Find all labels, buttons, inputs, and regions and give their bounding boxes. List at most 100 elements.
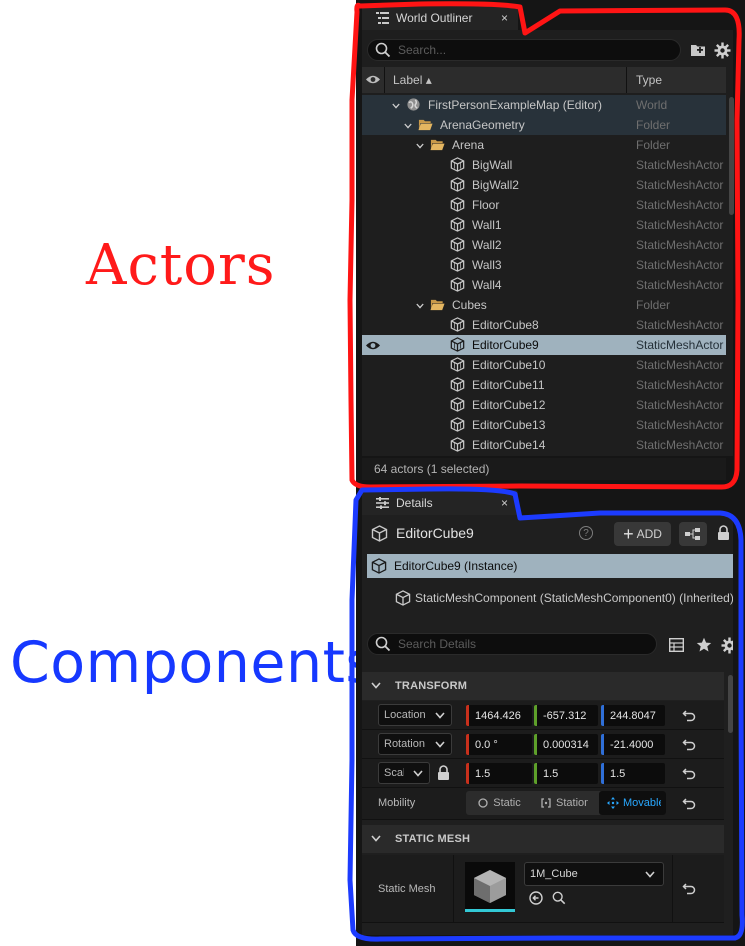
reset-arrow-icon[interactable] [682, 767, 696, 781]
outliner-row-type: Folder [636, 138, 671, 152]
mobility-stationary-option[interactable]: Stationary [533, 791, 599, 815]
rotation-dropdown[interactable]: Rotation [378, 733, 452, 755]
rotation-z-value: -21.4000 [610, 738, 654, 751]
outliner-row-type: World [636, 98, 668, 112]
chevron-down-icon[interactable] [392, 102, 400, 110]
settings-gear-icon[interactable] [714, 42, 731, 59]
static-mesh-icon [450, 357, 465, 372]
rotation-y-field[interactable]: 0.000314 [534, 734, 598, 755]
visibility-eye-icon[interactable] [365, 340, 381, 351]
location-x-value: 1464.426 [475, 709, 521, 722]
location-x-field[interactable]: 1464.426 [466, 705, 532, 726]
chevron-down-icon[interactable] [416, 142, 424, 150]
visibility-eye-icon[interactable] [365, 74, 381, 85]
outliner-row[interactable]: BigWall StaticMeshActor [362, 155, 726, 175]
plus-icon: + [623, 524, 634, 544]
help-icon[interactable]: ? [579, 526, 593, 540]
outliner-row[interactable]: Wall2 StaticMeshActor [362, 235, 726, 255]
scale-y-field[interactable]: 1.5 [534, 763, 598, 784]
component-instance-row[interactable]: EditorCube9 (Instance) [367, 554, 733, 578]
location-dropdown[interactable]: Location [378, 704, 452, 726]
outliner-row-type: StaticMeshActor [636, 438, 724, 452]
outliner-row[interactable]: EditorCube9 StaticMeshActor [362, 335, 726, 355]
outliner-row-type: StaticMeshActor [636, 198, 724, 212]
chevron-down-icon[interactable] [416, 302, 424, 310]
close-icon[interactable]: × [501, 496, 508, 510]
browse-search-icon[interactable] [552, 891, 566, 905]
rotation-x-value: 0.0 ° [475, 738, 498, 751]
rotation-x-field[interactable]: 0.0 ° [466, 734, 532, 755]
actor-count: 64 actors (1 selected) [374, 462, 490, 476]
static-mesh-section-header[interactable]: STATIC MESH [362, 825, 724, 853]
outliner-search-placeholder: Search... [398, 43, 447, 57]
static-mesh-icon [450, 317, 465, 332]
mobility-movable-option[interactable]: Movable [599, 791, 666, 815]
outliner-row[interactable]: EditorCube13 StaticMeshActor [362, 415, 726, 435]
location-y-field[interactable]: -657.312 [534, 705, 598, 726]
search-icon [375, 42, 391, 58]
outliner-row[interactable]: EditorCube12 StaticMeshActor [362, 395, 726, 415]
selected-actor-name[interactable]: EditorCube9 [396, 525, 474, 541]
reset-arrow-icon[interactable] [682, 797, 696, 811]
outliner-row-type: StaticMeshActor [636, 238, 724, 252]
outliner-row-type: StaticMeshActor [636, 338, 724, 352]
outliner-icon [376, 11, 389, 24]
outliner-row[interactable]: EditorCube8 StaticMeshActor [362, 315, 726, 335]
favorite-star-icon[interactable] [696, 637, 712, 653]
static-mesh-dropdown[interactable]: 1M_Cube [524, 862, 664, 886]
outliner-row[interactable]: Wall3 StaticMeshActor [362, 255, 726, 275]
outliner-row[interactable]: EditorCube10 StaticMeshActor [362, 355, 726, 375]
outliner-row[interactable]: EditorCube14 StaticMeshActor [362, 435, 726, 455]
outliner-row[interactable]: FirstPersonExampleMap (Editor) World [362, 95, 726, 115]
outliner-row[interactable]: Arena Folder [362, 135, 726, 155]
scale-x-field[interactable]: 1.5 [466, 763, 532, 784]
static-mesh-icon [450, 277, 465, 292]
component-static-mesh-row[interactable]: StaticMeshComponent (StaticMeshComponent… [367, 586, 733, 610]
chevron-down-icon [435, 741, 445, 748]
add-component-button[interactable]: + ADD [614, 522, 671, 546]
table-view-icon[interactable] [669, 638, 684, 652]
scale-z-field[interactable]: 1.5 [601, 763, 665, 784]
static-mesh-icon [450, 417, 465, 432]
chevron-down-icon[interactable] [404, 122, 412, 130]
details-scrollbar[interactable] [728, 675, 733, 733]
rotation-y-value: 0.000314 [543, 738, 589, 751]
lock-icon[interactable] [717, 525, 730, 541]
outliner-row-type: StaticMeshActor [636, 418, 724, 432]
mesh-thumbnail[interactable] [465, 862, 515, 912]
details-tab[interactable]: Details × [362, 490, 518, 515]
outliner-row[interactable]: Wall1 StaticMeshActor [362, 215, 726, 235]
outliner-row-label: Wall3 [472, 258, 502, 272]
outliner-row-label: EditorCube9 [472, 338, 539, 352]
outliner-row-type: StaticMeshActor [636, 218, 724, 232]
use-selected-arrow-icon[interactable] [529, 891, 543, 905]
mobility-static-option[interactable]: Static [466, 791, 533, 815]
type-column-header[interactable]: Type [636, 73, 662, 87]
add-folder-icon[interactable] [690, 43, 706, 57]
scale-lock-icon[interactable] [437, 765, 450, 781]
reset-arrow-icon[interactable] [682, 709, 696, 723]
reset-arrow-icon[interactable] [682, 882, 696, 896]
location-z-field[interactable]: 244.8047 [601, 705, 665, 726]
world-outliner-tab[interactable]: World Outliner × [362, 5, 518, 30]
reset-arrow-icon[interactable] [682, 738, 696, 752]
outliner-row[interactable]: Wall4 StaticMeshActor [362, 275, 726, 295]
details-search-input[interactable]: Search Details [367, 633, 657, 655]
outliner-row[interactable]: BigWall2 StaticMeshActor [362, 175, 726, 195]
settings-gear-icon[interactable] [721, 637, 733, 654]
close-icon[interactable]: × [501, 11, 508, 25]
outliner-scrollbar[interactable] [729, 97, 734, 215]
outliner-footer: 64 actors (1 selected) [362, 458, 726, 480]
transform-section-header[interactable]: TRANSFORM [362, 672, 724, 700]
outliner-row[interactable]: EditorCube11 StaticMeshActor [362, 375, 726, 395]
components-annotation: Components [10, 630, 376, 696]
blueprint-hierarchy-button[interactable] [679, 522, 707, 546]
outliner-row[interactable]: Floor StaticMeshActor [362, 195, 726, 215]
scale-dropdown[interactable]: Scale [378, 762, 430, 784]
component-label: StaticMeshComponent (StaticMeshComponent… [415, 591, 733, 605]
outliner-row[interactable]: ArenaGeometry Folder [362, 115, 726, 135]
outliner-row[interactable]: Cubes Folder [362, 295, 726, 315]
label-column-header[interactable]: Label ▴ [393, 73, 432, 87]
outliner-search-input[interactable]: Search... [367, 39, 681, 61]
rotation-z-field[interactable]: -21.4000 [601, 734, 665, 755]
